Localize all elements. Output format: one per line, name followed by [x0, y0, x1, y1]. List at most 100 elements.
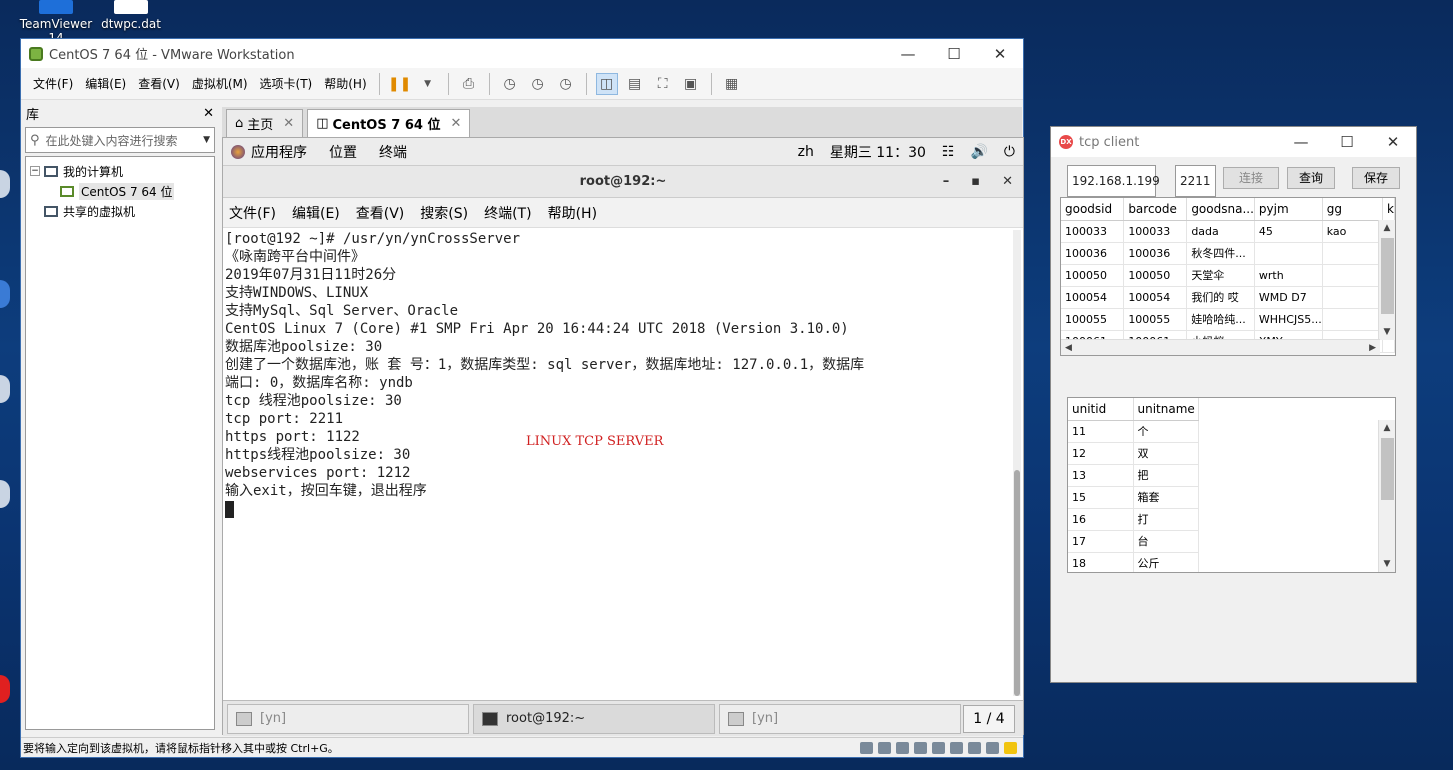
tab-centos[interactable]: ◫ CentOS 7 64 位 ✕	[307, 109, 471, 137]
note-icon[interactable]	[1004, 741, 1017, 754]
desktop-icon-partial[interactable]	[0, 170, 10, 198]
collapse-icon[interactable]: −	[30, 166, 40, 176]
terminal-menu-help[interactable]: 帮助(H)	[548, 203, 597, 223]
ip-input[interactable]: 192.168.1.199	[1067, 165, 1160, 197]
table-row[interactable]: 17 台	[1068, 530, 1199, 553]
table-row[interactable]: 100055 100055 娃哈哈纯... WHHCJS5...	[1061, 308, 1395, 331]
menu-edit[interactable]: 编辑(E)	[79, 75, 132, 92]
chevron-up-icon[interactable]: ▲	[1379, 420, 1395, 436]
terminal-menu-view[interactable]: 查看(V)	[356, 203, 405, 223]
units-grid[interactable]: unitid unitname 11 个 12 双 13 把 15 箱套 16 打 17 台…	[1067, 397, 1396, 573]
chevron-down-icon[interactable]: ▼	[203, 135, 210, 145]
minimize-button[interactable]: —	[1278, 133, 1324, 151]
maximize-button[interactable]: ☐	[931, 45, 977, 63]
column-header[interactable]: unitname	[1133, 398, 1199, 421]
terminal-menu-terminal[interactable]: 终端(T)	[484, 203, 531, 223]
menu-view[interactable]: 查看(V)	[132, 75, 186, 92]
table-row[interactable]: 13 把	[1068, 464, 1199, 487]
tab-home[interactable]: ⌂ 主页 ✕	[226, 109, 304, 137]
connect-button[interactable]: 连接	[1223, 167, 1279, 189]
fullscreen-icon[interactable]: ⛶	[652, 73, 674, 95]
close-button[interactable]: ✕	[977, 45, 1023, 63]
snapshot-icon[interactable]: ◷	[499, 73, 521, 95]
query-button[interactable]: 查询	[1287, 167, 1335, 189]
desktop-icon-partial[interactable]	[0, 675, 10, 703]
gnome-menu-applications[interactable]: 应用程序	[251, 142, 307, 162]
chevron-down-icon[interactable]: ▼	[1379, 324, 1395, 340]
close-button[interactable]: ✕	[1370, 133, 1416, 151]
desktop-icon-partial[interactable]	[0, 480, 10, 508]
taskbar-item-yn[interactable]: [yn]	[227, 703, 469, 734]
message-icon[interactable]	[986, 741, 999, 754]
library-view-icon[interactable]: ◫	[595, 72, 618, 95]
goods-grid[interactable]: goodsid barcode goodsna... pyjm gg k 100…	[1060, 197, 1396, 356]
close-icon[interactable]: ✕	[450, 116, 461, 131]
chevron-down-icon[interactable]: ▼	[1379, 556, 1395, 572]
menu-file[interactable]: 文件(F)	[27, 75, 79, 92]
close-button[interactable]: ✕	[1002, 174, 1013, 189]
column-header[interactable]: unitid	[1068, 398, 1134, 421]
workspace-pager[interactable]: 1 / 4	[963, 704, 1015, 733]
hdd-icon[interactable]	[860, 741, 873, 754]
port-input[interactable]: 2211	[1175, 165, 1216, 197]
table-row[interactable]: 100054 100054 我们的 哎 WMD D7	[1061, 286, 1395, 309]
terminal-menu-file[interactable]: 文件(F)	[229, 203, 276, 223]
chevron-down-icon[interactable]: ▼	[417, 73, 439, 95]
thumbnail-bar-icon[interactable]: ▤	[624, 73, 646, 95]
taskbar-item-terminal[interactable]: root@192:~	[473, 703, 715, 734]
desktop-icon-partial[interactable]	[0, 375, 10, 403]
taskbar-item-yn[interactable]: [yn]	[719, 703, 961, 734]
table-row[interactable]: 100033 100033 dada 45 kao	[1061, 220, 1395, 243]
network-adapter-icon[interactable]	[896, 741, 909, 754]
minimize-button[interactable]: —	[885, 45, 931, 63]
gnome-menu-places[interactable]: 位置	[329, 142, 357, 162]
pause-icon[interactable]: ❚❚	[388, 73, 411, 95]
network-icon[interactable]: ☷	[942, 144, 955, 160]
column-header[interactable]: goodsna...	[1186, 198, 1255, 221]
desktop-icon-dtwpc[interactable]: dtwpc.dat	[98, 0, 164, 31]
maximize-button[interactable]: ▪	[971, 174, 980, 189]
menu-tabs[interactable]: 选项卡(T)	[254, 75, 319, 92]
console-view-icon[interactable]: ▦	[721, 73, 743, 95]
menu-help[interactable]: 帮助(H)	[318, 75, 372, 92]
input-language[interactable]: zh	[798, 144, 814, 160]
terminal-scrollbar[interactable]	[1013, 230, 1021, 696]
library-search-input[interactable]: ⚲ 在此处键入内容进行搜索 ▼	[25, 127, 215, 153]
close-icon[interactable]: ✕	[203, 106, 214, 121]
column-header[interactable]: gg	[1322, 198, 1383, 221]
scrollbar-thumb[interactable]	[1381, 438, 1394, 500]
column-header[interactable]: k	[1382, 198, 1395, 221]
sound-icon[interactable]	[950, 741, 963, 754]
scrollbar-thumb[interactable]	[1381, 238, 1394, 314]
table-row[interactable]: 100050 100050 天堂伞 wrth	[1061, 264, 1395, 287]
snapshot-manager-icon[interactable]: ◷	[555, 73, 577, 95]
cdrom-icon[interactable]	[878, 741, 891, 754]
tree-item-centos[interactable]: CentOS 7 64 位	[30, 181, 210, 201]
guest-screen[interactable]: 应用程序 位置 终端 zh 星期三 11：30 ☷ 🔊 ⏻ root@192:~…	[222, 137, 1024, 736]
minimize-button[interactable]: –	[943, 174, 950, 189]
menu-vm[interactable]: 虚拟机(M)	[186, 75, 254, 92]
save-button[interactable]: 保存	[1352, 167, 1400, 189]
tree-item-shared[interactable]: 共享的虚拟机	[30, 201, 210, 221]
send-keys-icon[interactable]: ⎙	[458, 73, 480, 95]
table-row[interactable]: 100036 100036 秋冬四件...	[1061, 242, 1395, 265]
desktop-icon-partial[interactable]	[0, 280, 10, 308]
close-icon[interactable]: ✕	[283, 116, 294, 131]
maximize-button[interactable]: ☐	[1324, 133, 1370, 151]
table-row[interactable]: 15 箱套	[1068, 486, 1199, 509]
unity-icon[interactable]: ▣	[680, 73, 702, 95]
table-row[interactable]: 18 公斤	[1068, 552, 1199, 572]
usb-icon[interactable]	[914, 741, 927, 754]
terminal-menu-search[interactable]: 搜索(S)	[420, 203, 468, 223]
terminal-output[interactable]: [root@192 ~]# /usr/yn/ynCrossServer 《咏南跨…	[223, 228, 1023, 700]
scrollbar-thumb[interactable]	[1014, 470, 1020, 696]
goods-vscrollbar[interactable]: ▲ ▼	[1378, 220, 1395, 340]
table-row[interactable]: 11 个	[1068, 420, 1199, 443]
column-header[interactable]: goodsid	[1061, 198, 1125, 221]
column-header[interactable]: pyjm	[1254, 198, 1323, 221]
power-icon[interactable]: ⏻	[1004, 144, 1015, 160]
terminal-menu-edit[interactable]: 编辑(E)	[292, 203, 340, 223]
column-header[interactable]: barcode	[1123, 198, 1188, 221]
table-row[interactable]: 16 打	[1068, 508, 1199, 531]
gnome-menu-terminal[interactable]: 终端	[379, 142, 407, 162]
